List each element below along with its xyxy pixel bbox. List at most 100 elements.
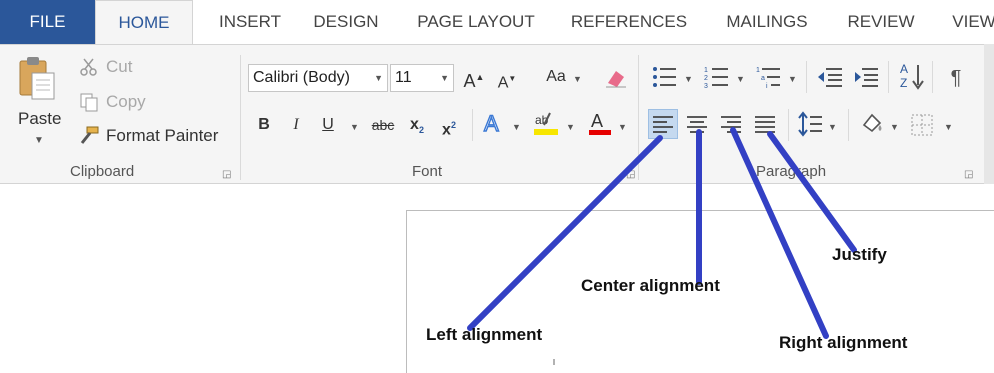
group-divider: [638, 55, 639, 180]
copy-icon: [78, 91, 100, 113]
svg-text:2: 2: [704, 75, 708, 82]
chevron-down-icon[interactable]: ▼: [890, 122, 899, 132]
font-color-icon[interactable]: A: [588, 109, 612, 142]
font-group-label: Font: [412, 163, 443, 180]
strikethrough-button[interactable]: abc: [368, 113, 398, 139]
multilevel-list-icon[interactable]: 1ai: [756, 65, 784, 94]
justify-icon: [755, 116, 775, 133]
bold-button[interactable]: B: [254, 113, 274, 139]
divider: [848, 109, 849, 141]
align-center-button[interactable]: [682, 109, 712, 139]
font-launcher-icon[interactable]: ◲: [626, 169, 635, 180]
tab-home[interactable]: HOME: [95, 0, 193, 45]
divider: [888, 61, 889, 93]
sort-icon[interactable]: AZ: [898, 61, 926, 96]
divider: [932, 61, 933, 93]
text-effects-icon[interactable]: A: [482, 110, 506, 140]
chevron-down-icon[interactable]: ▼: [684, 74, 693, 84]
paste-dropdown-icon[interactable]: ▼: [34, 135, 44, 146]
change-case-button[interactable]: Aa: [538, 65, 574, 91]
tab-insert[interactable]: INSERT: [205, 0, 295, 44]
paragraph-group-label: Paragraph: [756, 163, 827, 180]
svg-text:A: A: [591, 111, 603, 131]
scissors-icon: [78, 56, 100, 78]
center-alignment-annotation: Center alignment: [581, 276, 720, 295]
format-painter-icon: [78, 125, 100, 147]
borders-icon[interactable]: [910, 113, 934, 142]
paste-icon[interactable]: [18, 55, 58, 103]
chevron-down-icon[interactable]: ▼: [944, 122, 953, 132]
group-divider: [240, 55, 241, 180]
paragraph-launcher-icon[interactable]: ◲: [964, 169, 973, 180]
subscript-base: x: [410, 116, 419, 133]
format-painter-button[interactable]: Format Painter: [78, 122, 218, 150]
chevron-down-icon[interactable]: ▼: [512, 122, 521, 132]
font-name-combo[interactable]: Calibri (Body) ▼: [248, 64, 388, 92]
superscript-mark: 2: [450, 120, 456, 130]
chevron-down-icon[interactable]: ▼: [736, 74, 745, 84]
show-hide-button[interactable]: ¶: [944, 66, 968, 92]
divider: [806, 61, 807, 93]
align-right-icon: [721, 116, 741, 133]
increase-indent-icon[interactable]: [852, 65, 880, 94]
tab-review[interactable]: REVIEW: [836, 0, 926, 44]
underline-button[interactable]: U: [318, 113, 338, 139]
change-case-label: Aa: [546, 68, 566, 85]
italic-button[interactable]: I: [286, 113, 306, 139]
subscript-button[interactable]: x2: [406, 113, 428, 139]
tab-file[interactable]: FILE: [0, 0, 95, 44]
copy-label: Copy: [106, 92, 146, 111]
chevron-down-icon: ▼: [374, 73, 383, 83]
justify-button[interactable]: [750, 109, 780, 139]
shading-icon[interactable]: [860, 111, 886, 142]
cut-button[interactable]: Cut: [78, 53, 132, 81]
highlight-swatch: [534, 129, 558, 135]
chevron-down-icon[interactable]: ▼: [828, 122, 837, 132]
clear-formatting-icon[interactable]: [604, 67, 628, 94]
tab-view[interactable]: VIEW: [944, 0, 994, 44]
svg-text:i: i: [766, 83, 768, 89]
divider: [472, 109, 473, 141]
cut-label: Cut: [106, 57, 133, 76]
bullets-icon[interactable]: [652, 65, 680, 94]
copy-button[interactable]: Copy: [78, 88, 146, 116]
clipboard-group-label: Clipboard: [70, 163, 135, 180]
superscript-button[interactable]: x2: [438, 113, 460, 139]
highlight-icon[interactable]: ab: [534, 109, 560, 142]
tab-references[interactable]: REFERENCES: [560, 0, 698, 44]
chevron-down-icon[interactable]: ▼: [618, 122, 627, 132]
ribbon-tab-bar: FILE HOME INSERT DESIGN PAGE LAYOUT REFE…: [0, 0, 994, 45]
justify-annotation: Justify: [832, 245, 887, 264]
line-spacing-icon[interactable]: [798, 111, 824, 142]
chevron-down-icon[interactable]: ▼: [788, 74, 797, 84]
svg-text:3: 3: [704, 83, 708, 89]
font-size-value: 11: [395, 69, 412, 86]
font-size-combo[interactable]: 11 ▼: [390, 64, 454, 92]
ribbon-scroll-edge: [984, 44, 994, 184]
align-right-button[interactable]: [716, 109, 746, 139]
svg-text:a: a: [761, 75, 765, 82]
font-name-value: Calibri (Body): [253, 69, 350, 86]
grow-font-button[interactable]: A▲: [462, 65, 486, 91]
divider: [788, 109, 789, 141]
svg-text:Z: Z: [900, 76, 907, 90]
tab-mailings[interactable]: MAILINGS: [712, 0, 822, 44]
numbering-icon[interactable]: 123: [704, 65, 732, 94]
subscript-mark: 2: [418, 125, 424, 136]
superscript-base: x: [442, 121, 451, 139]
decrease-indent-icon[interactable]: [816, 65, 844, 94]
paste-button[interactable]: Paste: [18, 109, 61, 129]
clipboard-launcher-icon[interactable]: ◲: [222, 169, 231, 180]
left-alignment-annotation: Left alignment: [426, 325, 543, 344]
svg-text:A: A: [484, 111, 499, 135]
align-center-icon: [687, 116, 707, 133]
format-painter-label: Format Painter: [106, 126, 219, 145]
chevron-down-icon: ▼: [440, 73, 449, 83]
chevron-down-icon[interactable]: ▼: [573, 74, 582, 84]
shrink-font-button[interactable]: A▼: [495, 67, 519, 93]
chevron-down-icon[interactable]: ▼: [350, 122, 359, 132]
tab-page-layout[interactable]: PAGE LAYOUT: [405, 0, 547, 44]
align-left-button[interactable]: [648, 109, 678, 139]
chevron-down-icon[interactable]: ▼: [566, 122, 575, 132]
tab-design[interactable]: DESIGN: [300, 0, 392, 44]
